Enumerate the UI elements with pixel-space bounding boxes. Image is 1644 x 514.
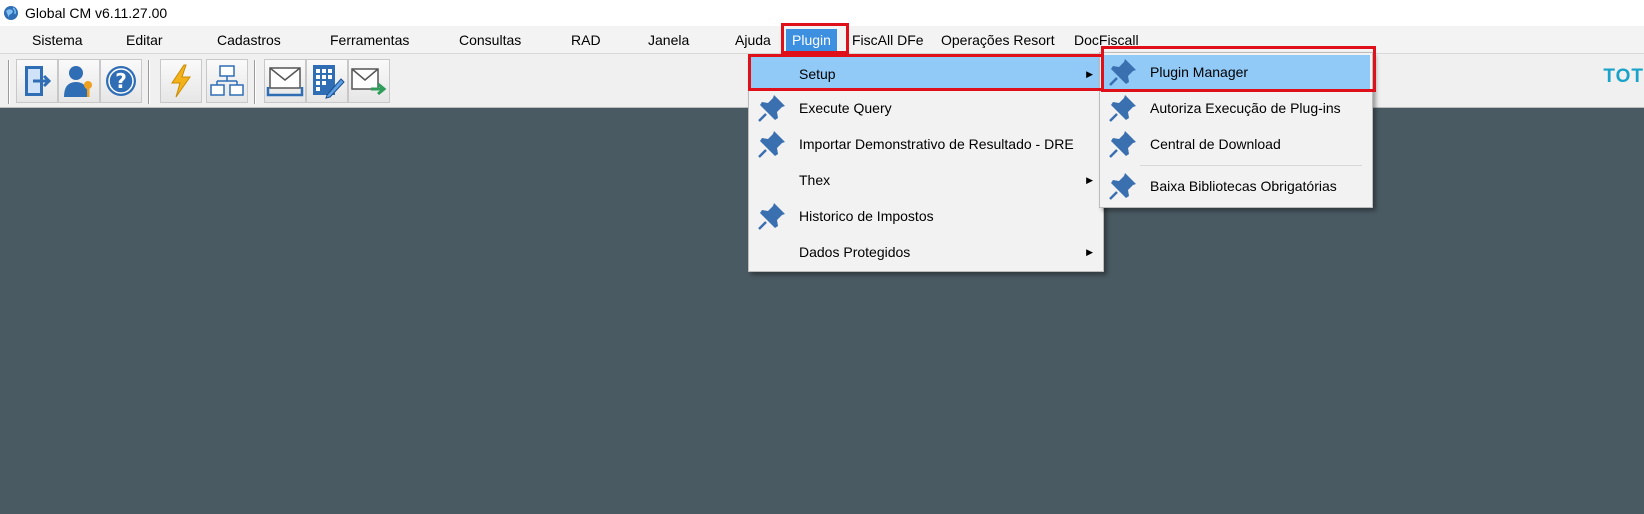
svg-text:?: ? xyxy=(115,69,127,93)
submenu-item-baixa-bibliotecas[interactable]: Baixa Bibliotecas Obrigatórias xyxy=(1102,169,1370,203)
help-icon: ? xyxy=(106,66,136,96)
menu-item-label: Dados Protegidos xyxy=(799,244,911,260)
submenu-arrow-icon: ▶ xyxy=(1086,247,1093,257)
org-chart-button[interactable] xyxy=(206,59,248,103)
calculator-edit-button[interactable] xyxy=(306,59,348,103)
menu-item-label: Thex xyxy=(799,172,831,188)
pin-icon xyxy=(758,95,785,122)
window-title: Global CM v6.11.27.00 xyxy=(25,5,168,21)
pin-icon xyxy=(1109,131,1136,158)
toolbar-separator xyxy=(254,60,256,104)
exit-icon xyxy=(25,66,52,96)
pin-icon xyxy=(1109,173,1136,200)
menu-fiscall-dfe[interactable]: FiscAll DFe xyxy=(852,26,924,54)
menu-sistema[interactable]: Sistema xyxy=(32,26,83,54)
submenu-arrow-icon: ▶ xyxy=(1086,69,1093,79)
mail-tray-icon xyxy=(266,67,304,97)
menu-item-setup[interactable]: Setup ▶ xyxy=(751,57,1101,91)
menu-plugin[interactable]: Plugin xyxy=(786,29,837,51)
submenu-arrow-icon: ▶ xyxy=(1086,175,1093,185)
submenu-separator xyxy=(1140,165,1362,166)
menu-item-importar-dre[interactable]: Importar Demonstrativo de Resultado - DR… xyxy=(751,127,1101,161)
brand-logo-text: TOT xyxy=(1603,66,1644,87)
submenu-item-central-download[interactable]: Central de Download xyxy=(1102,127,1370,161)
exit-button[interactable] xyxy=(16,59,58,103)
toolbar-grip xyxy=(8,60,10,104)
submenu-item-autoriza-execucao[interactable]: Autoriza Execução de Plug-ins xyxy=(1102,91,1370,125)
user-key-icon xyxy=(64,66,92,97)
menu-item-thex[interactable]: Thex ▶ xyxy=(751,163,1101,197)
menu-editar[interactable]: Editar xyxy=(126,26,163,54)
menu-item-label: Central de Download xyxy=(1150,136,1281,152)
menu-docfiscall[interactable]: DocFiscall xyxy=(1074,26,1139,54)
globe-icon xyxy=(4,6,18,20)
lightning-icon xyxy=(171,64,191,98)
menu-item-label: Baixa Bibliotecas Obrigatórias xyxy=(1150,178,1337,194)
menu-item-label: Importar Demonstrativo de Resultado - DR… xyxy=(799,136,1074,152)
calculator-edit-icon xyxy=(313,65,345,99)
user-key-button[interactable] xyxy=(58,59,100,103)
menu-bar: Sistema Editar Cadastros Ferramentas Con… xyxy=(0,26,1644,54)
menu-item-dados-protegidos[interactable]: Dados Protegidos ▶ xyxy=(751,235,1101,269)
plugin-menu: Setup ▶ Execute Query Importar Demonstra… xyxy=(748,54,1104,272)
menu-item-execute-query[interactable]: Execute Query xyxy=(751,91,1101,125)
menu-item-label: Setup xyxy=(799,66,836,82)
pin-icon xyxy=(1109,59,1136,86)
menu-janela[interactable]: Janela xyxy=(648,26,689,54)
org-chart-icon xyxy=(210,65,244,96)
help-button[interactable]: ? xyxy=(100,59,142,103)
mail-send-button[interactable] xyxy=(348,59,390,103)
menu-item-label: Execute Query xyxy=(799,100,892,116)
mail-send-icon xyxy=(351,68,387,96)
pin-icon xyxy=(758,203,785,230)
menu-item-label: Autoriza Execução de Plug-ins xyxy=(1150,100,1341,116)
menu-rad[interactable]: RAD xyxy=(571,26,601,54)
menu-ajuda[interactable]: Ajuda xyxy=(735,26,771,54)
menu-consultas[interactable]: Consultas xyxy=(459,26,521,54)
submenu-item-plugin-manager[interactable]: Plugin Manager xyxy=(1102,55,1370,89)
lightning-button[interactable] xyxy=(160,59,202,103)
toolbar-separator xyxy=(148,60,150,104)
mail-tray-button[interactable] xyxy=(264,59,306,103)
menu-operacoes-resort[interactable]: Operações Resort xyxy=(941,26,1055,54)
menu-ferramentas[interactable]: Ferramentas xyxy=(330,26,409,54)
title-bar: Global CM v6.11.27.00 xyxy=(0,0,1644,26)
pin-icon xyxy=(1109,95,1136,122)
menu-item-label: Plugin Manager xyxy=(1150,64,1249,80)
setup-submenu: Plugin Manager Autoriza Execução de Plug… xyxy=(1099,52,1373,208)
pin-icon xyxy=(758,131,785,158)
menu-item-label: Historico de Impostos xyxy=(799,208,934,224)
menu-cadastros[interactable]: Cadastros xyxy=(217,26,281,54)
menu-item-historico-impostos[interactable]: Historico de Impostos xyxy=(751,199,1101,233)
